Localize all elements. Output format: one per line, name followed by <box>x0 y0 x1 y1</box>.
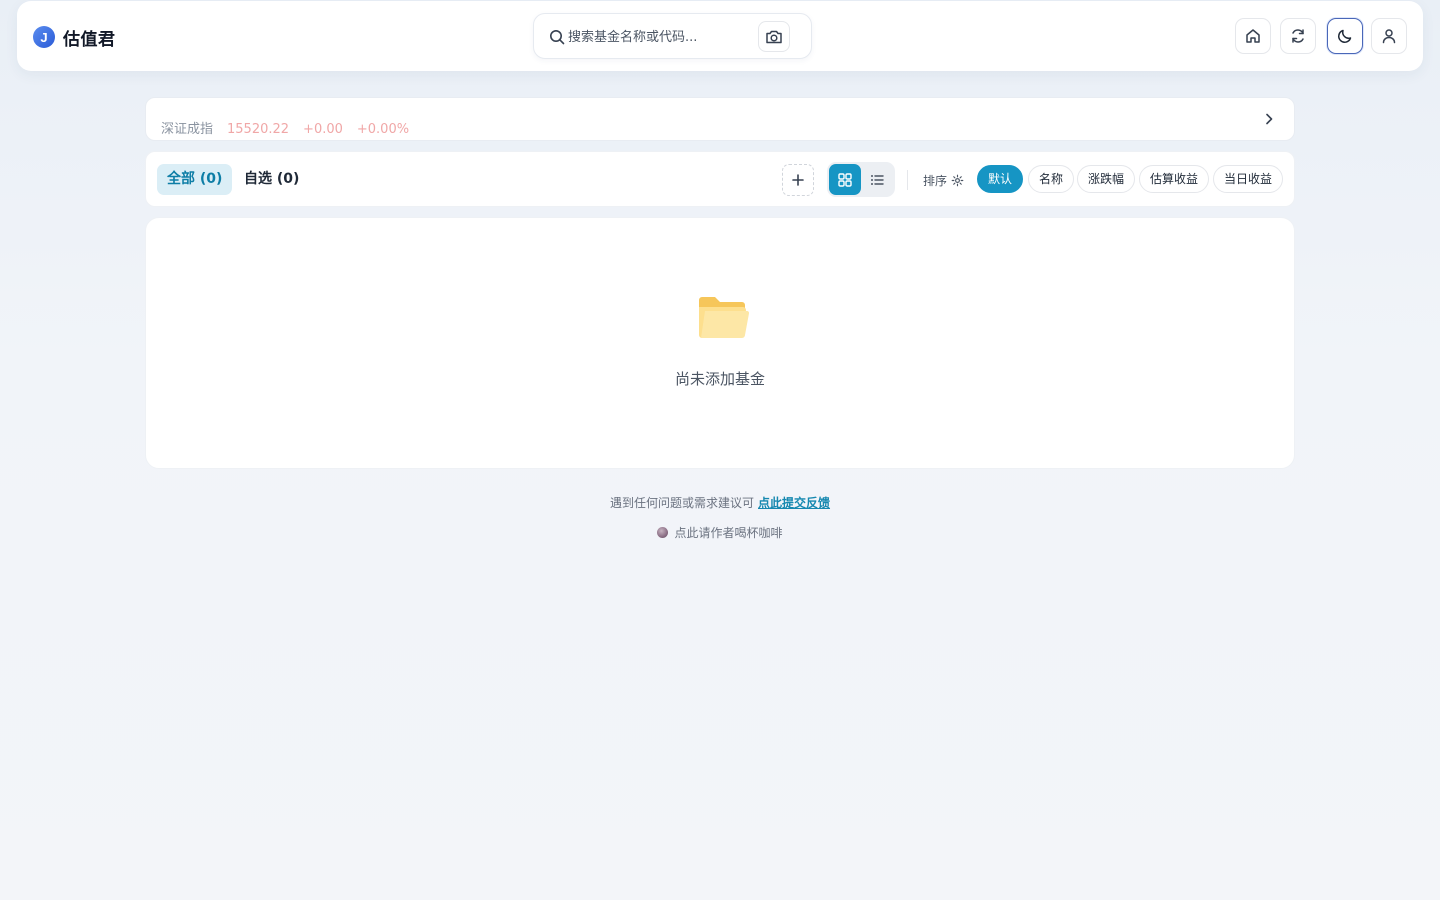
user-icon <box>1382 29 1396 44</box>
fund-list-empty: 尚未添加基金 <box>145 217 1295 469</box>
grid-icon <box>838 172 852 187</box>
index-value: 15520.22 <box>227 122 290 137</box>
refresh-icon <box>1292 29 1304 43</box>
ticker-row: 深证成指 15520.22 +0.00 +0.00% <box>161 120 410 140</box>
user-button[interactable] <box>1371 18 1407 54</box>
feedback-prompt: 遇到任何问题或需求建议可 <box>609 496 754 510</box>
sort-daily-profit[interactable]: 当日收益 <box>1213 165 1284 193</box>
index-name: 深证成指 <box>161 122 214 137</box>
view-toggle <box>827 162 895 197</box>
sort-estimated-profit[interactable]: 估算收益 <box>1139 165 1210 193</box>
grid-view-button[interactable] <box>829 164 861 195</box>
sort-default[interactable]: 默认 <box>977 165 1024 193</box>
search-input[interactable] <box>568 25 753 49</box>
home-button[interactable] <box>1235 18 1271 54</box>
tab-favorites[interactable]: 自选 (0) <box>234 164 309 195</box>
chevron-right-icon[interactable] <box>1262 112 1276 126</box>
search-box <box>533 13 812 59</box>
add-fund-button[interactable] <box>782 164 814 196</box>
feedback-line: 遇到任何问题或需求建议可 点此提交反馈 <box>0 494 1440 511</box>
fund-toolbar: 全部 (0) 自选 (0) 排序 默认 名称 涨跌幅 估算收益 当日收益 <box>145 151 1295 207</box>
theme-toggle-button[interactable] <box>1327 18 1363 54</box>
market-ticker[interactable]: 深证成指 15520.22 +0.00 +0.00% <box>145 97 1295 141</box>
folder-icon <box>699 297 749 338</box>
sort-name[interactable]: 名称 <box>1028 165 1075 193</box>
moon-icon <box>1338 29 1352 43</box>
coffee-link[interactable]: 点此请作者喝杯咖啡 <box>0 524 1440 541</box>
sort-settings[interactable]: 排序 <box>923 170 964 190</box>
gear-icon <box>951 174 964 186</box>
search-icon <box>550 30 565 45</box>
app-title: 估值君 <box>63 29 116 50</box>
plus-icon <box>792 174 804 186</box>
index-change-pct: +0.00% <box>356 122 410 137</box>
logo-icon: J <box>33 26 55 48</box>
list-view-button[interactable] <box>861 164 893 195</box>
sort-change[interactable]: 涨跌幅 <box>1077 165 1136 193</box>
sort-label: 排序 <box>923 173 948 188</box>
home-icon <box>1246 29 1260 43</box>
empty-message: 尚未添加基金 <box>674 370 765 388</box>
feedback-link[interactable]: 点此提交反馈 <box>758 496 830 510</box>
list-icon <box>871 174 884 185</box>
camera-icon <box>766 30 782 43</box>
coffee-text: 点此请作者喝杯咖啡 <box>674 526 783 540</box>
index-change: +0.00 <box>303 122 343 137</box>
coffee-icon <box>657 527 669 538</box>
app-logo[interactable]: J 估值君 <box>33 25 116 50</box>
top-header: J 估值君 <box>17 1 1423 71</box>
tab-all[interactable]: 全部 (0) <box>157 164 233 195</box>
refresh-button[interactable] <box>1280 18 1316 54</box>
camera-search-button[interactable] <box>758 21 790 52</box>
toolbar-divider <box>907 170 908 190</box>
